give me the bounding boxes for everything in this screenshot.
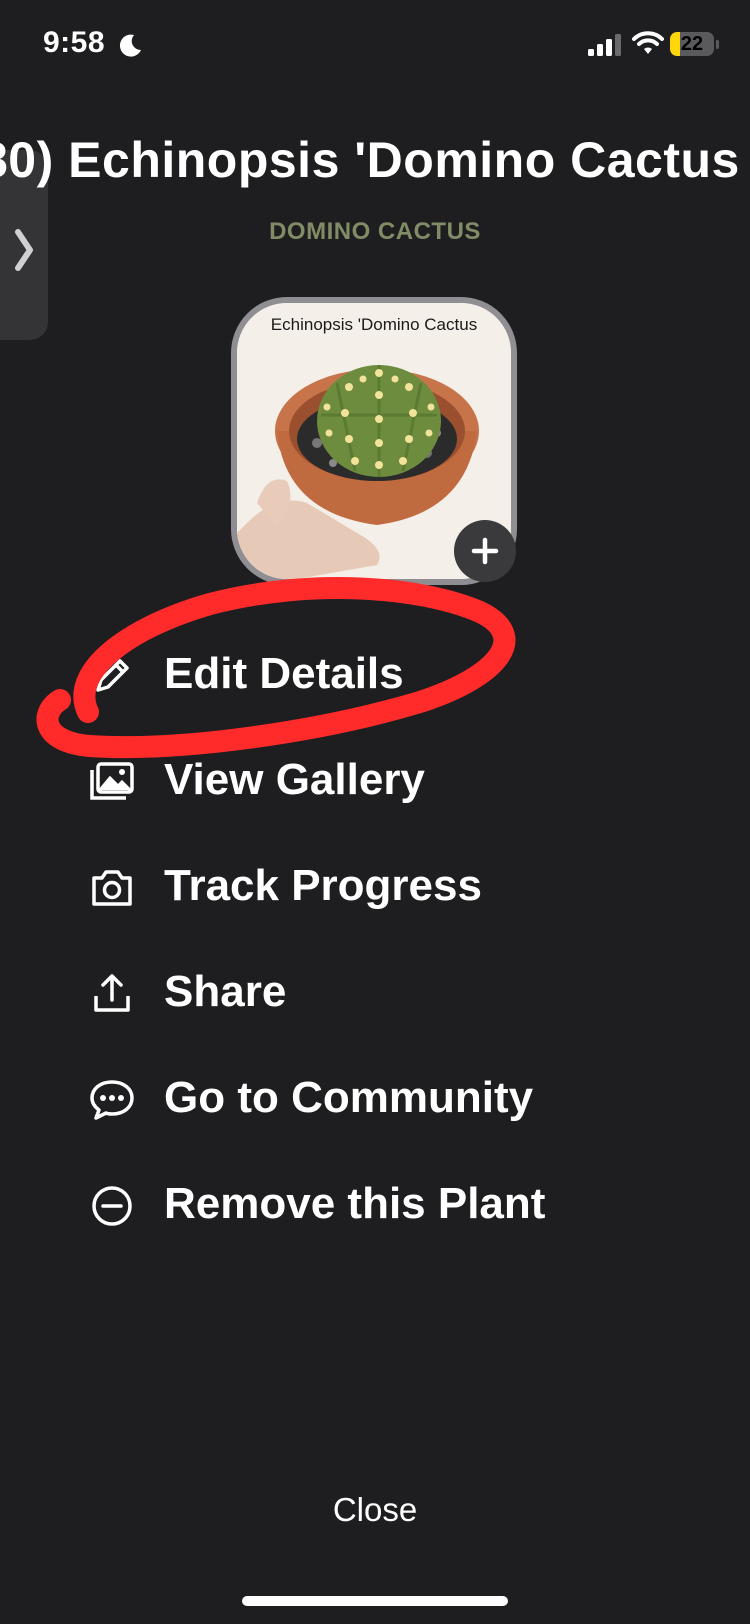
plant-common-name: DOMINO CACTUS <box>269 218 481 245</box>
share-icon <box>94 974 130 1012</box>
signal-icon <box>588 34 621 56</box>
menu-item-label: Go to Community <box>164 1073 534 1122</box>
battery-label: 22 <box>680 33 704 55</box>
menu-item-remove-plant[interactable]: Remove this Plant <box>60 1160 660 1250</box>
battery-icon: 22 <box>670 32 719 56</box>
menu-item-label: Track Progress <box>164 861 482 910</box>
pencil-icon <box>96 659 129 692</box>
menu-item-track-progress[interactable]: Track Progress <box>60 842 660 932</box>
menu-item-label: View Gallery <box>164 755 425 804</box>
chat-icon <box>90 1080 134 1120</box>
status-time: 9:58 <box>43 26 106 59</box>
gallery-icon <box>90 762 134 800</box>
menu-item-label: Edit Details <box>164 649 404 698</box>
close-button[interactable]: Close <box>275 1480 475 1540</box>
plus-icon <box>471 537 499 565</box>
status-bar: 9:58 22 <box>0 0 750 96</box>
menu-item-go-to-community[interactable]: Go to Community <box>60 1054 660 1144</box>
wifi-icon <box>632 31 664 54</box>
camera-icon <box>92 870 132 906</box>
menu-item-view-gallery[interactable]: View Gallery <box>60 736 660 826</box>
photo-caption: Echinopsis 'Domino Cactus <box>270 315 478 334</box>
plant-title: 80) Echinopsis 'Domino Cactus <box>0 132 740 188</box>
add-photo-button[interactable] <box>454 520 516 582</box>
menu-item-edit-details[interactable]: Edit Details <box>60 630 660 720</box>
home-indicator <box>242 1596 508 1606</box>
menu-item-label: Share <box>164 967 287 1016</box>
menu-item-label: Remove this Plant <box>164 1179 546 1228</box>
moon-icon <box>119 34 141 57</box>
minus-circle-icon <box>92 1186 132 1226</box>
menu-item-share[interactable]: Share <box>60 948 660 1038</box>
